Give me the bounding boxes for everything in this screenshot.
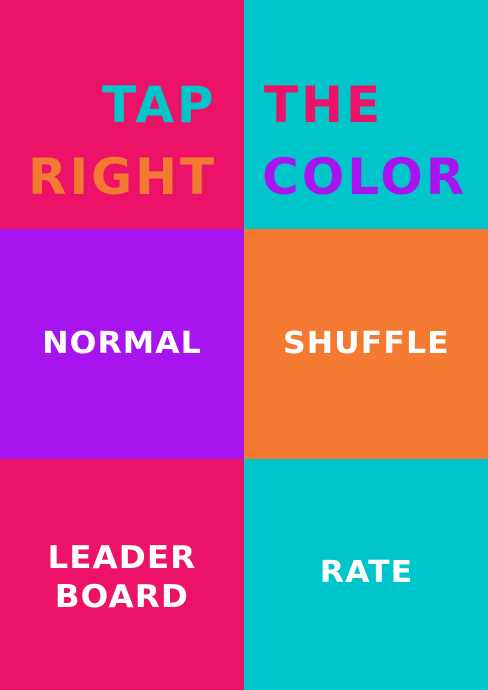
rate-label: RATE — [319, 554, 413, 590]
game-menu-screen: TAP THE RIGHT COLOR NORMAL SHUFFLE LEADE… — [0, 0, 488, 690]
normal-mode-label: NORMAL — [42, 326, 202, 362]
leaderboard-label-line1: LEADER — [47, 539, 197, 576]
rate-button[interactable]: RATE — [244, 459, 488, 690]
leaderboard-button[interactable]: LEADER BOARD — [0, 459, 244, 690]
normal-mode-button[interactable]: NORMAL — [0, 229, 244, 459]
shuffle-mode-button[interactable]: SHUFFLE — [244, 229, 488, 459]
title-word-the: THE — [264, 76, 384, 134]
leaderboard-label-line2: BOARD — [54, 578, 190, 615]
title-word-tap: TAP — [102, 76, 217, 134]
title-word-color: COLOR — [262, 148, 468, 206]
shuffle-mode-label: SHUFFLE — [282, 326, 450, 362]
title-word-right: RIGHT — [28, 148, 218, 206]
